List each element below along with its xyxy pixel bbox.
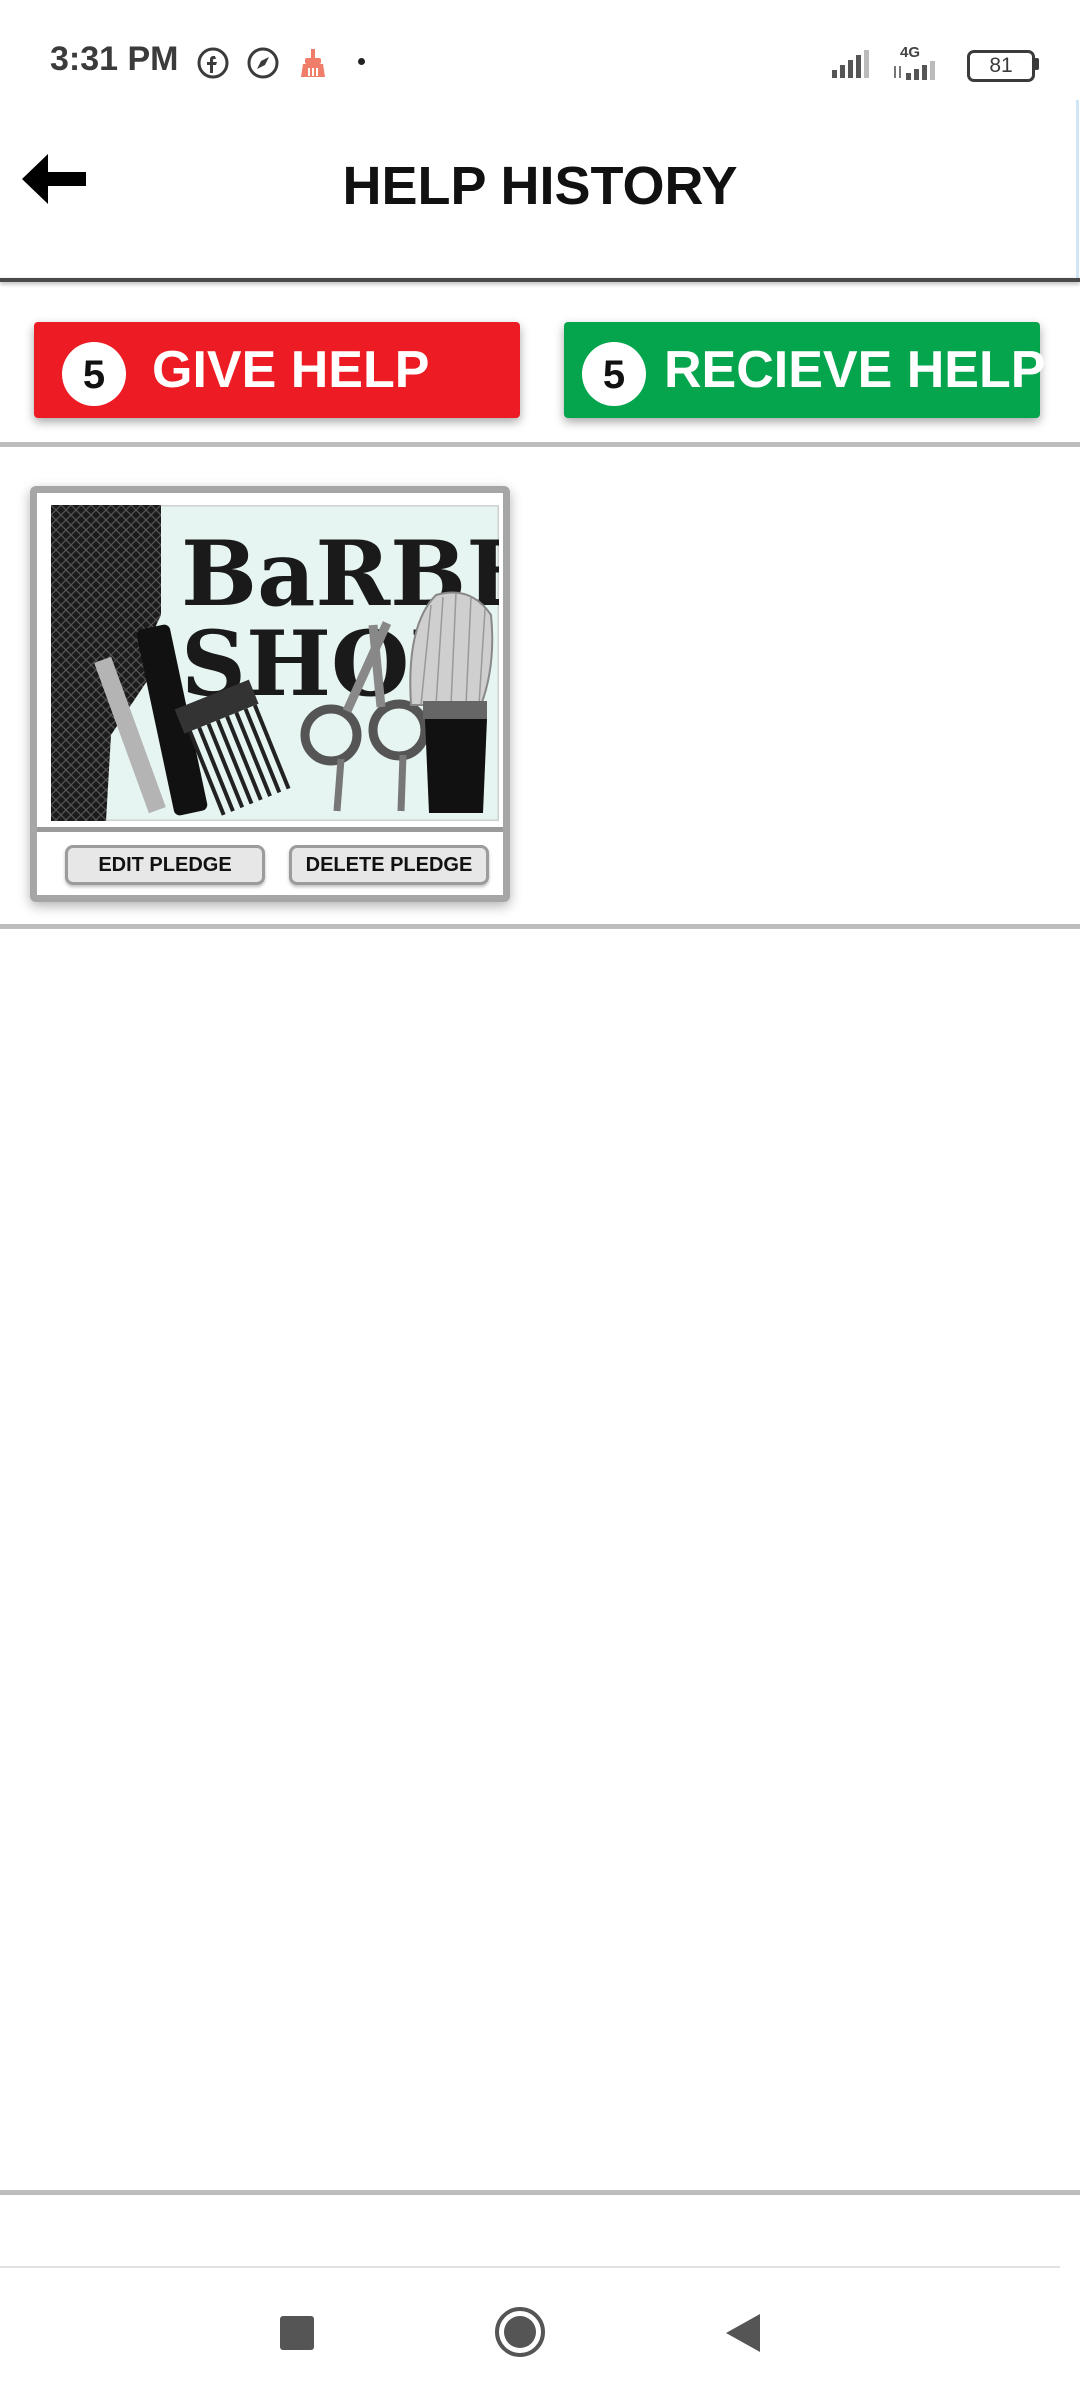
pledge-image[interactable]: BaRBER SHOP	[51, 505, 499, 821]
receive-help-label: RECIEVE HELP	[664, 341, 1046, 399]
compass-icon	[247, 47, 279, 79]
tab-receive-help[interactable]: 5 RECIEVE HELP	[564, 322, 1045, 418]
back-triangle-icon[interactable]	[722, 2312, 762, 2354]
card-image-divider	[37, 827, 503, 832]
network-type: 4G	[900, 44, 921, 61]
battery-indicator: 81	[967, 50, 1035, 82]
signal-strength-icon	[832, 50, 869, 78]
give-help-count-badge: 5	[62, 342, 126, 406]
header-divider	[0, 278, 1080, 282]
cleaner-broom-icon	[301, 49, 325, 77]
give-help-label: GIVE HELP	[152, 341, 430, 399]
tabs-divider	[0, 442, 1080, 447]
notification-dot	[358, 58, 365, 65]
pledge-card: BaRBER SHOP	[30, 486, 510, 902]
facebook-icon	[197, 47, 229, 79]
pledge-list-divider	[0, 924, 1080, 929]
edit-pledge-button[interactable]: EDIT PLEDGE	[65, 845, 265, 885]
receive-help-count-badge: 5	[582, 342, 646, 406]
tab-give-help[interactable]: 5 GIVE HELP	[34, 322, 520, 418]
signal-strength-icon-2	[894, 61, 935, 80]
battery-tip	[1034, 58, 1039, 70]
page-title: HELP HISTORY	[342, 156, 738, 216]
delete-pledge-button[interactable]: DELETE PLEDGE	[289, 845, 489, 885]
recents-square-icon[interactable]	[280, 2316, 314, 2350]
home-circle-icon[interactable]	[494, 2306, 546, 2358]
status-time: 3:31 PM	[50, 40, 179, 78]
footer-divider	[0, 2190, 1080, 2195]
